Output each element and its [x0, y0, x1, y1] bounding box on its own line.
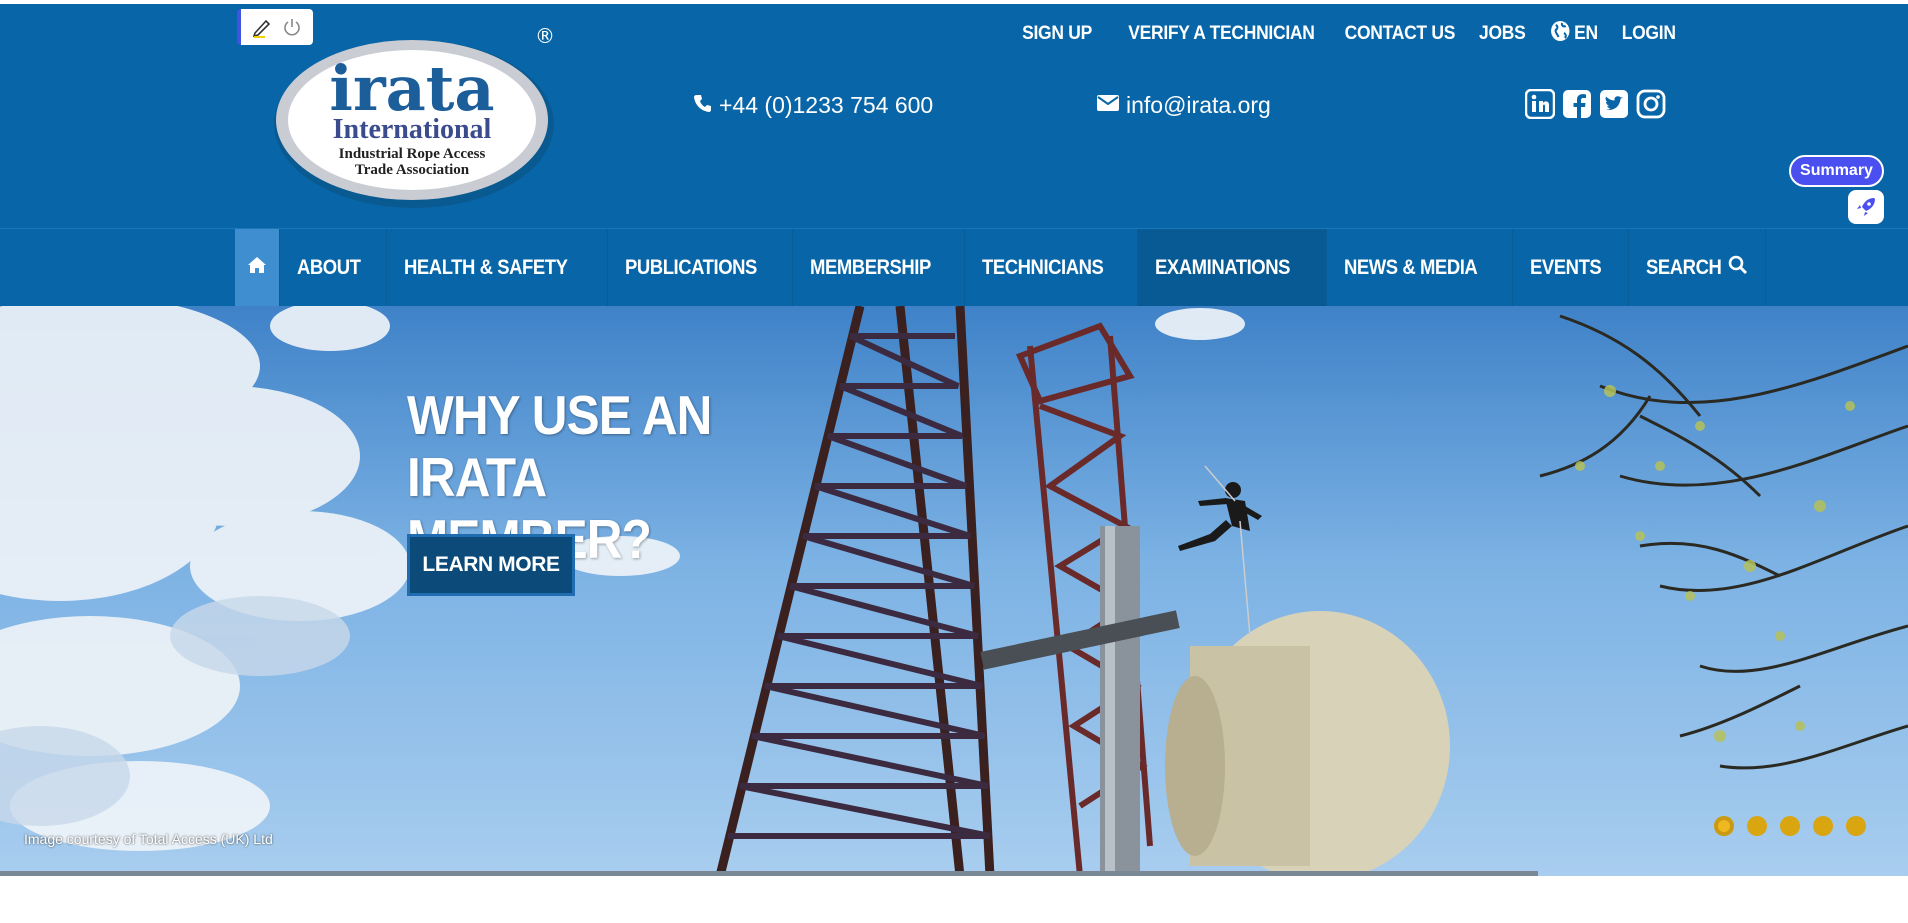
language-selector[interactable]: EN	[1550, 20, 1598, 48]
linkedin-icon[interactable]	[1525, 89, 1555, 119]
hero-slider: WHY USE AN IRATA MEMBER? LEARN MORE Imag…	[0, 306, 1908, 876]
main-nav: ABOUT HEALTH & SAFETY PUBLICATIONS MEMBE…	[235, 229, 1766, 307]
image-credit: Image courtesy of Total Access (UK) Ltd	[24, 831, 273, 847]
jobs-link[interactable]: JOBS	[1479, 23, 1526, 45]
globe-icon	[1550, 20, 1570, 48]
logo-sub: International	[333, 114, 492, 145]
nav-examinations[interactable]: EXAMINATIONS	[1138, 229, 1327, 307]
nav-search[interactable]: SEARCH	[1629, 229, 1766, 307]
slider-dot[interactable]	[1846, 816, 1866, 836]
verify-technician-link[interactable]: VERIFY A TECHNICIAN	[1128, 23, 1315, 45]
login-link[interactable]: LOGIN	[1622, 23, 1676, 45]
slider-dot[interactable]	[1813, 816, 1833, 836]
slider-dot[interactable]	[1747, 816, 1767, 836]
nav-health-safety[interactable]: HEALTH & SAFETY	[387, 229, 608, 307]
registered-mark: ®	[535, 24, 555, 48]
nav-about[interactable]: ABOUT	[280, 229, 388, 307]
home-icon	[247, 256, 267, 280]
facebook-icon[interactable]	[1562, 89, 1592, 119]
hero-background-image	[0, 306, 1908, 876]
nav-home[interactable]	[235, 229, 280, 307]
main-navbar: ABOUT HEALTH & SAFETY PUBLICATIONS MEMBE…	[0, 228, 1908, 307]
slider-dot[interactable]	[1780, 816, 1800, 836]
nav-membership[interactable]: MEMBERSHIP	[793, 229, 966, 307]
nav-events[interactable]: EVENTS	[1513, 229, 1630, 307]
slider-dot[interactable]	[1714, 816, 1734, 836]
nav-search-label: SEARCH	[1646, 256, 1722, 279]
nav-news-media-label: NEWS & MEDIA	[1343, 256, 1478, 279]
sign-up-link[interactable]: SIGN UP	[1022, 23, 1092, 45]
nav-health-safety-label: HEALTH & SAFETY	[404, 256, 568, 279]
summary-button[interactable]: Summary	[1789, 155, 1884, 187]
email-address: info@irata.org	[1126, 92, 1271, 118]
irata-logo[interactable]: irata International Industrial Rope Acce…	[272, 34, 556, 210]
nav-about-label: ABOUT	[297, 256, 361, 279]
top-links: SIGN UP VERIFY A TECHNICIAN CONTACT US J…	[1016, 20, 1676, 48]
slider-dots	[1714, 816, 1866, 836]
login-label: LOGIN	[1622, 23, 1676, 44]
twitter-icon[interactable]	[1599, 89, 1629, 119]
phone-icon	[693, 92, 713, 119]
phone-contact[interactable]: +44 (0)1233 754 600	[693, 92, 933, 119]
instagram-icon[interactable]	[1636, 89, 1666, 119]
nav-examinations-label: EXAMINATIONS	[1155, 256, 1291, 279]
language-label: EN	[1573, 23, 1598, 44]
envelope-icon	[1096, 92, 1120, 119]
contact-us-link[interactable]: CONTACT US	[1344, 23, 1455, 45]
nav-events-label: EVENTS	[1530, 256, 1602, 279]
nav-publications-label: PUBLICATIONS	[624, 256, 757, 279]
logo-line1: Industrial Rope Access	[339, 146, 486, 162]
contact-us-label: CONTACT US	[1344, 23, 1455, 44]
social-links	[1525, 89, 1666, 119]
search-icon	[1728, 255, 1748, 281]
hero-title-line1: WHY USE AN IRATA	[407, 384, 712, 508]
logo-line2: Trade Association	[355, 162, 470, 178]
verify-technician-label: VERIFY A TECHNICIAN	[1128, 23, 1315, 44]
email-contact[interactable]: info@irata.org	[1096, 92, 1271, 119]
rocket-icon[interactable]	[1848, 190, 1884, 224]
phone-number: +44 (0)1233 754 600	[719, 92, 934, 118]
slider-progress-bar	[0, 871, 1538, 876]
nav-publications[interactable]: PUBLICATIONS	[608, 229, 793, 307]
nav-news-media[interactable]: NEWS & MEDIA	[1327, 229, 1514, 307]
nav-technicians[interactable]: TECHNICIANS	[965, 229, 1139, 307]
nav-technicians-label: TECHNICIANS	[982, 256, 1104, 279]
jobs-label: JOBS	[1479, 23, 1526, 44]
nav-membership-label: MEMBERSHIP	[809, 256, 931, 279]
sign-up-label: SIGN UP	[1022, 23, 1093, 44]
learn-more-button[interactable]: LEARN MORE	[407, 534, 575, 596]
